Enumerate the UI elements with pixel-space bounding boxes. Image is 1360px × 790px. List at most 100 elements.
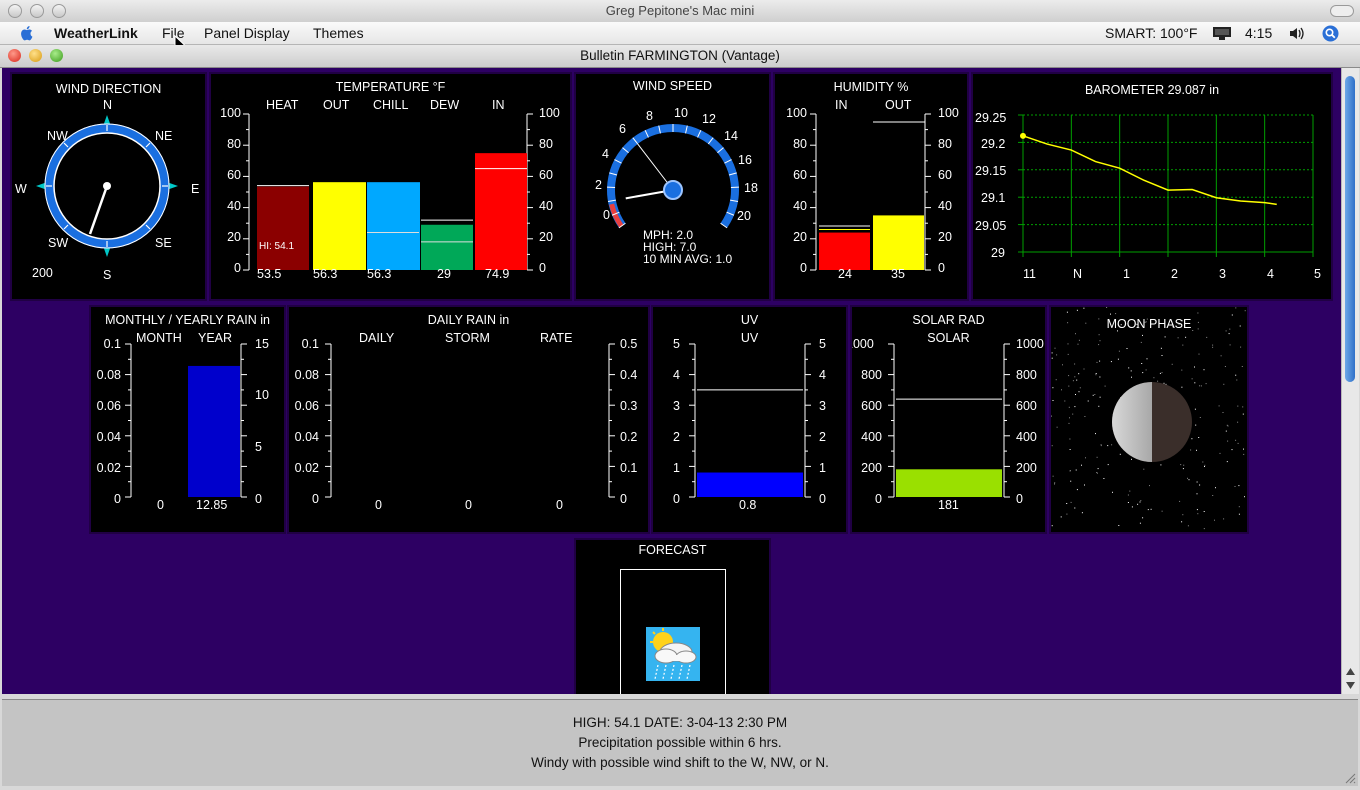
temp-axis-left-100: 100 <box>220 106 241 120</box>
status-forecast-line2: Windy with possible wind shift to the W,… <box>531 755 829 770</box>
solar-axis-right-600: 600 <box>1016 399 1037 413</box>
temp-bar-chill <box>367 182 420 270</box>
hum-axis-right-40: 40 <box>938 199 952 213</box>
compass-label-s: S <box>103 268 112 282</box>
hum-axis-left-0: 0 <box>800 261 807 275</box>
baro-x-4: 4 <box>1267 267 1274 281</box>
rain-axis-right-15: 15 <box>255 337 269 351</box>
forecast-panel[interactable]: FORECAST <box>574 538 771 694</box>
uv-axis-left-5: 5 <box>673 337 680 351</box>
uv-axis-right-1: 1 <box>819 461 826 475</box>
hum-axis-right-60: 60 <box>938 168 952 182</box>
status-high-date: HIGH: 54.1 DATE: 3-04-13 2:30 PM <box>572 715 788 730</box>
daily-axis-right-0.5: 0.5 <box>620 337 638 351</box>
wind-dial-10: 10 <box>674 106 688 120</box>
hum-axis-left-100: 100 <box>786 106 807 120</box>
rain-value-month: 0 <box>157 498 164 512</box>
partly-cloudy-rain-icon <box>646 627 700 681</box>
rain-axis-left-0.06: 0.06 <box>96 399 121 413</box>
solar-axis-left-1000: 1000 <box>852 337 874 351</box>
apple-icon[interactable] <box>18 24 36 42</box>
resize-grip-icon[interactable] <box>1344 772 1356 784</box>
rain-axis-left-0.08: 0.08 <box>96 368 121 382</box>
scroll-up-icon[interactable] <box>1345 666 1356 677</box>
humidity-panel[interactable]: HUMIDITY % IN OUT 100 80 60 40 20 0 100 … <box>773 72 969 301</box>
moon-phase-title: MOON PHASE <box>1106 317 1192 331</box>
barometer-panel[interactable]: BAROMETER 29.087 in 29.25 29.2 29.15 29.… <box>971 72 1333 301</box>
humidity-value-out: 35 <box>891 267 905 281</box>
compass-label-se: SE <box>155 236 172 250</box>
rain-rate-value: 0 <box>556 498 563 512</box>
menu-clock[interactable]: 4:15 <box>1245 25 1272 41</box>
scroll-down-icon[interactable] <box>1345 680 1356 691</box>
uv-axis-left-4: 4 <box>673 368 680 382</box>
compass-label-ne: NE <box>155 129 173 143</box>
temperature-panel[interactable]: TEMPERATURE °F HEAT OUT CHILL DEW IN HI:… <box>209 72 572 301</box>
temp-axis-left-0: 0 <box>234 261 241 275</box>
uv-panel[interactable]: UV UV 5 4 3 2 1 0 5 4 3 2 1 0 0.8 <box>651 305 848 534</box>
rain-axis-right-0: 0 <box>255 492 262 506</box>
menu-panel-display[interactable]: Panel Display <box>204 25 290 41</box>
rain-axis-left-0.02: 0.02 <box>96 461 121 475</box>
uv-axis-right-2: 2 <box>819 430 826 444</box>
hum-axis-left-60: 60 <box>793 168 807 182</box>
daily-rain-panel[interactable]: DAILY RAIN in DAILY STORM RATE 0.1 0.08 … <box>287 305 650 534</box>
humidity-bar-in <box>819 232 870 270</box>
wind-dial-12: 12 <box>702 112 716 126</box>
temp-hi-label: HI: 54.1 <box>259 241 294 252</box>
volume-icon[interactable] <box>1288 26 1306 41</box>
wind-direction-panel[interactable]: WIND DIRECTION N NE E SE S SW W NW 200 <box>10 72 207 301</box>
daily-axis-left-0.06: 0.06 <box>294 399 319 413</box>
solar-axis-right-200: 200 <box>1016 461 1037 475</box>
spotlight-icon[interactable] <box>1322 25 1339 42</box>
moon-icon <box>1112 382 1192 462</box>
os-window-title: Greg Pepitone's Mac mini <box>605 3 755 18</box>
solar-value: 181 <box>938 498 959 512</box>
bulletin-status-area: HIGH: 54.1 DATE: 3-04-13 2:30 PM Precipi… <box>2 699 1358 786</box>
window-title-bar: Bulletin FARMINGTON (Vantage) <box>0 45 1360 68</box>
wind-speed-avg: 10 MIN AVG: 1.0 <box>643 252 733 266</box>
baro-x-1: 1 <box>1123 267 1130 281</box>
monthly-rain-panel[interactable]: MONTHLY / YEARLY RAIN in MONTH YEAR 0.1 … <box>89 305 286 534</box>
daily-axis-left-0.1: 0.1 <box>301 337 319 351</box>
vertical-scrollbar[interactable] <box>1341 68 1359 694</box>
wind-dial-8: 8 <box>646 109 653 123</box>
daily-axis-left-0: 0 <box>312 492 319 506</box>
app-menu[interactable]: WeatherLink <box>54 25 138 41</box>
os-title-bar: Greg Pepitone's Mac mini <box>0 0 1360 23</box>
scrollbar-thumb[interactable] <box>1345 76 1355 382</box>
moon-phase-panel[interactable]: MOON PHASE <box>1049 305 1249 534</box>
daily-axis-right-0.1: 0.1 <box>620 461 638 475</box>
menu-themes[interactable]: Themes <box>313 25 364 41</box>
display-icon[interactable] <box>1212 26 1232 41</box>
hum-axis-left-20: 20 <box>793 230 807 244</box>
uv-axis-right-4: 4 <box>819 368 826 382</box>
wind-dial-2: 2 <box>595 178 602 192</box>
solar-panel[interactable]: SOLAR RAD SOLAR 1000 800 600 400 200 0 1… <box>850 305 1047 534</box>
temp-axis-right-60: 60 <box>539 168 553 182</box>
wind-speed-panel[interactable]: WIND SPEED 0 2 4 6 8 10 12 14 16 18 20 M… <box>574 72 771 301</box>
wind-dial-20: 20 <box>737 209 751 223</box>
baro-y-29: 29 <box>991 246 1005 260</box>
barometer-chart <box>1018 114 1314 257</box>
solar-axis-left-200: 200 <box>861 461 882 475</box>
window-title: Bulletin FARMINGTON (Vantage) <box>580 48 780 63</box>
toolbar-toggle-button[interactable] <box>1330 5 1354 17</box>
daily-axis-right-0.3: 0.3 <box>620 399 638 413</box>
rain-axis-left-0.04: 0.04 <box>96 430 121 444</box>
baro-y-29.15: 29.15 <box>975 164 1007 178</box>
compass-label-n: N <box>103 98 113 112</box>
smart-temperature-status[interactable]: SMART: 100°F <box>1105 25 1197 41</box>
wind-dial-6: 6 <box>619 122 626 136</box>
uv-axis-right-3: 3 <box>819 399 826 413</box>
temp-axis-right-80: 80 <box>539 137 553 151</box>
temp-axis-right-40: 40 <box>539 199 553 213</box>
temp-bar-heat <box>257 186 309 270</box>
uv-axis-right-0: 0 <box>819 492 826 506</box>
daily-axis-left-0.08: 0.08 <box>294 368 319 382</box>
solar-axis-left-800: 800 <box>861 368 882 382</box>
forecast-title: FORECAST <box>638 543 707 557</box>
uv-axis-left-2: 2 <box>673 430 680 444</box>
temp-axis-left-20: 20 <box>227 230 241 244</box>
temp-axis-left-40: 40 <box>227 199 241 213</box>
